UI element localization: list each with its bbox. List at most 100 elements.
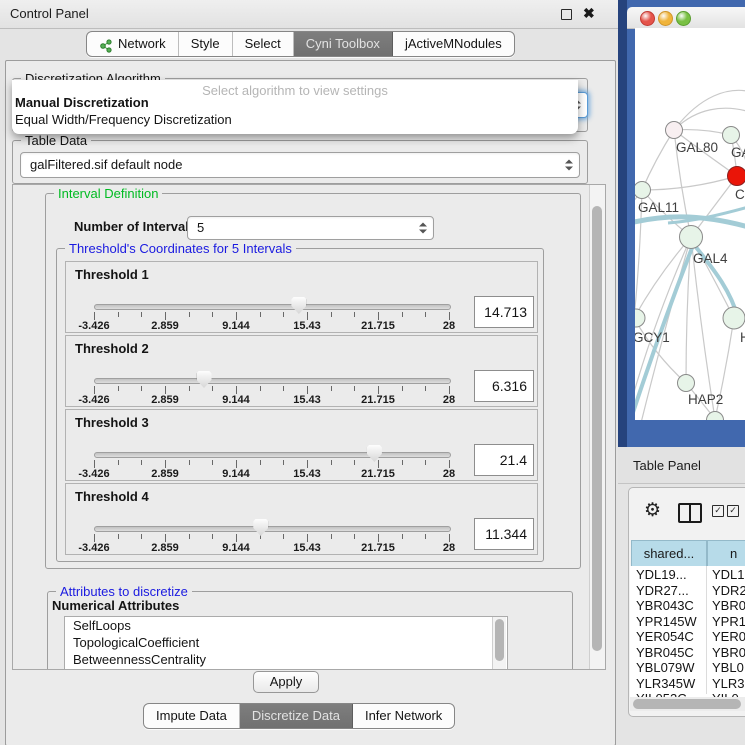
- zoom-traffic-light[interactable]: [676, 11, 691, 26]
- table-data-selected-value: galFiltered.sif default node: [30, 153, 182, 177]
- tab-infer-network[interactable]: Infer Network: [353, 704, 454, 728]
- table-horizontal-scrollbar[interactable]: [630, 697, 745, 711]
- column-header-name[interactable]: n: [707, 540, 745, 567]
- table-cell-name[interactable]: YBR0: [712, 598, 745, 613]
- tick-mark: [189, 386, 190, 391]
- number-of-intervals-label: Number of Intervals: [74, 216, 196, 238]
- attribute-list-item[interactable]: BetweennessCentrality: [65, 651, 507, 668]
- table-cell-shared-name[interactable]: YBR045C: [636, 645, 694, 660]
- tab-label: Cyni Toolbox: [306, 32, 380, 56]
- network-node-gcy1[interactable]: [635, 309, 645, 327]
- minimize-traffic-light[interactable]: [658, 11, 673, 26]
- tick-label: 9.144: [222, 394, 250, 406]
- threshold-slider-track[interactable]: [94, 526, 451, 532]
- attribute-list-item[interactable]: SelfLoops: [65, 617, 507, 634]
- close-traffic-light[interactable]: [640, 11, 655, 26]
- network-node-label: GA: [731, 145, 745, 160]
- table-cell-name[interactable]: YBR0: [712, 645, 745, 660]
- dropdown-option[interactable]: Manual Discretization: [15, 95, 149, 110]
- network-node-gal4[interactable]: [680, 226, 703, 249]
- tick-mark: [307, 460, 308, 468]
- tick-label: -3.426: [78, 468, 109, 480]
- dropdown-option[interactable]: Equal Width/Frequency Discretization: [15, 112, 232, 127]
- tab-discretize-data[interactable]: Discretize Data: [240, 704, 353, 728]
- attribute-list-item[interactable]: TopologicalCoefficient: [65, 634, 507, 651]
- table-cell-shared-name[interactable]: YLR345W: [636, 676, 695, 691]
- network-node-ga[interactable]: [723, 127, 740, 144]
- table-panel-title: Table Panel: [633, 458, 701, 473]
- slider-thumb[interactable]: [253, 519, 268, 536]
- threshold-slider-track[interactable]: [94, 304, 451, 310]
- tab-label: Discretize Data: [252, 704, 340, 728]
- threshold-slider-track[interactable]: [94, 378, 451, 384]
- attributes-list-scrollbar[interactable]: [492, 617, 506, 670]
- slider-thumb[interactable]: [291, 297, 306, 314]
- tick-mark: [94, 460, 95, 468]
- tab-jactivemnodules[interactable]: jActiveMNodules: [393, 32, 514, 56]
- tick-mark: [236, 312, 237, 320]
- table-cell-shared-name[interactable]: YER054C: [636, 629, 694, 644]
- network-node-label: C: [735, 187, 745, 202]
- table-cell-shared-name[interactable]: YDR27...: [636, 583, 689, 598]
- tick-mark: [118, 386, 119, 391]
- top-tab-bar: Network Style Select Cyni Toolbox jActiveMNo…: [86, 31, 515, 57]
- threshold-value-field[interactable]: 6.316: [474, 370, 534, 402]
- table-body[interactable]: YDL19... YDL1 YDR27... YDR2 YBR043C YBR0 YPR14…: [630, 566, 745, 697]
- network-node-hap2[interactable]: [678, 375, 695, 392]
- network-node[interactable]: [707, 412, 724, 421]
- tick-mark: [283, 534, 284, 539]
- gear-icon[interactable]: ⚙: [644, 501, 661, 520]
- table-data-combobox[interactable]: galFiltered.sif default node: [20, 152, 580, 178]
- settings-scrollpane: Interval Definition Number of Intervals …: [12, 184, 606, 670]
- settings-vertical-scrollbar[interactable]: [589, 185, 605, 669]
- threshold-value-field[interactable]: 11.344: [474, 518, 534, 550]
- tick-mark: [118, 312, 119, 317]
- table-cell-name[interactable]: YDR2: [712, 583, 745, 598]
- column-header-shared-name[interactable]: shared...: [631, 540, 707, 567]
- tab-impute-data[interactable]: Impute Data: [144, 704, 240, 728]
- network-edge[interactable]: [641, 237, 691, 420]
- number-of-intervals-combobox[interactable]: 5: [187, 216, 434, 240]
- slider-thumb[interactable]: [367, 445, 382, 462]
- checkbox-icon[interactable]: ✓: [727, 505, 739, 517]
- table-cell-shared-name[interactable]: YDL19...: [636, 567, 687, 582]
- tick-label: 28: [443, 468, 455, 480]
- table-cell-name[interactable]: YDL1: [712, 567, 745, 582]
- threshold-label: Threshold 3: [75, 415, 149, 430]
- threshold-value-field[interactable]: 21.4: [474, 444, 534, 476]
- tab-label: Style: [191, 32, 220, 56]
- tick-mark: [449, 460, 450, 468]
- tab-select[interactable]: Select: [233, 32, 294, 56]
- numerical-attributes-list[interactable]: SelfLoopsTopologicalCoefficientBetweenne…: [64, 616, 508, 670]
- slider-thumb[interactable]: [197, 371, 212, 388]
- network-edge[interactable]: [642, 176, 737, 190]
- tick-mark: [378, 460, 379, 468]
- table-cell-name[interactable]: YLR3: [712, 676, 745, 691]
- tick-mark: [425, 460, 426, 465]
- tab-style[interactable]: Style: [179, 32, 233, 56]
- tab-cyni-toolbox[interactable]: Cyni Toolbox: [294, 32, 393, 56]
- tab-network[interactable]: Network: [87, 32, 179, 56]
- tick-label: 15.43: [293, 394, 321, 406]
- table-cell-shared-name[interactable]: YBR043C: [636, 598, 694, 613]
- table-cell-name[interactable]: YER0: [712, 629, 745, 644]
- apply-button[interactable]: Apply: [253, 671, 319, 693]
- network-node-gal11[interactable]: [635, 182, 651, 199]
- tick-label: 2.859: [151, 542, 179, 554]
- table-cell-name[interactable]: YPR1: [712, 614, 745, 629]
- network-edge[interactable]: [642, 130, 674, 190]
- network-node-gal80[interactable]: [666, 122, 683, 139]
- float-window-icon[interactable]: [561, 9, 572, 20]
- table-cell-name[interactable]: YBL0: [712, 660, 744, 675]
- column-layout-icon[interactable]: [678, 503, 702, 523]
- table-data-group-title: Table Data: [21, 133, 91, 148]
- table-cell-shared-name[interactable]: YPR145W: [636, 614, 697, 629]
- close-icon[interactable]: ✖: [583, 5, 595, 22]
- network-node-h[interactable]: [723, 307, 745, 329]
- table-cell-shared-name[interactable]: YBL079W: [636, 660, 695, 675]
- network-canvas[interactable]: GAL80GACGAL11GAL4GCY1HHAP2: [635, 28, 745, 420]
- checkbox-icon[interactable]: ✓: [712, 505, 724, 517]
- network-node-c[interactable]: [728, 167, 745, 186]
- threshold-slider-track[interactable]: [94, 452, 451, 458]
- threshold-value-field[interactable]: 14.713: [474, 296, 534, 328]
